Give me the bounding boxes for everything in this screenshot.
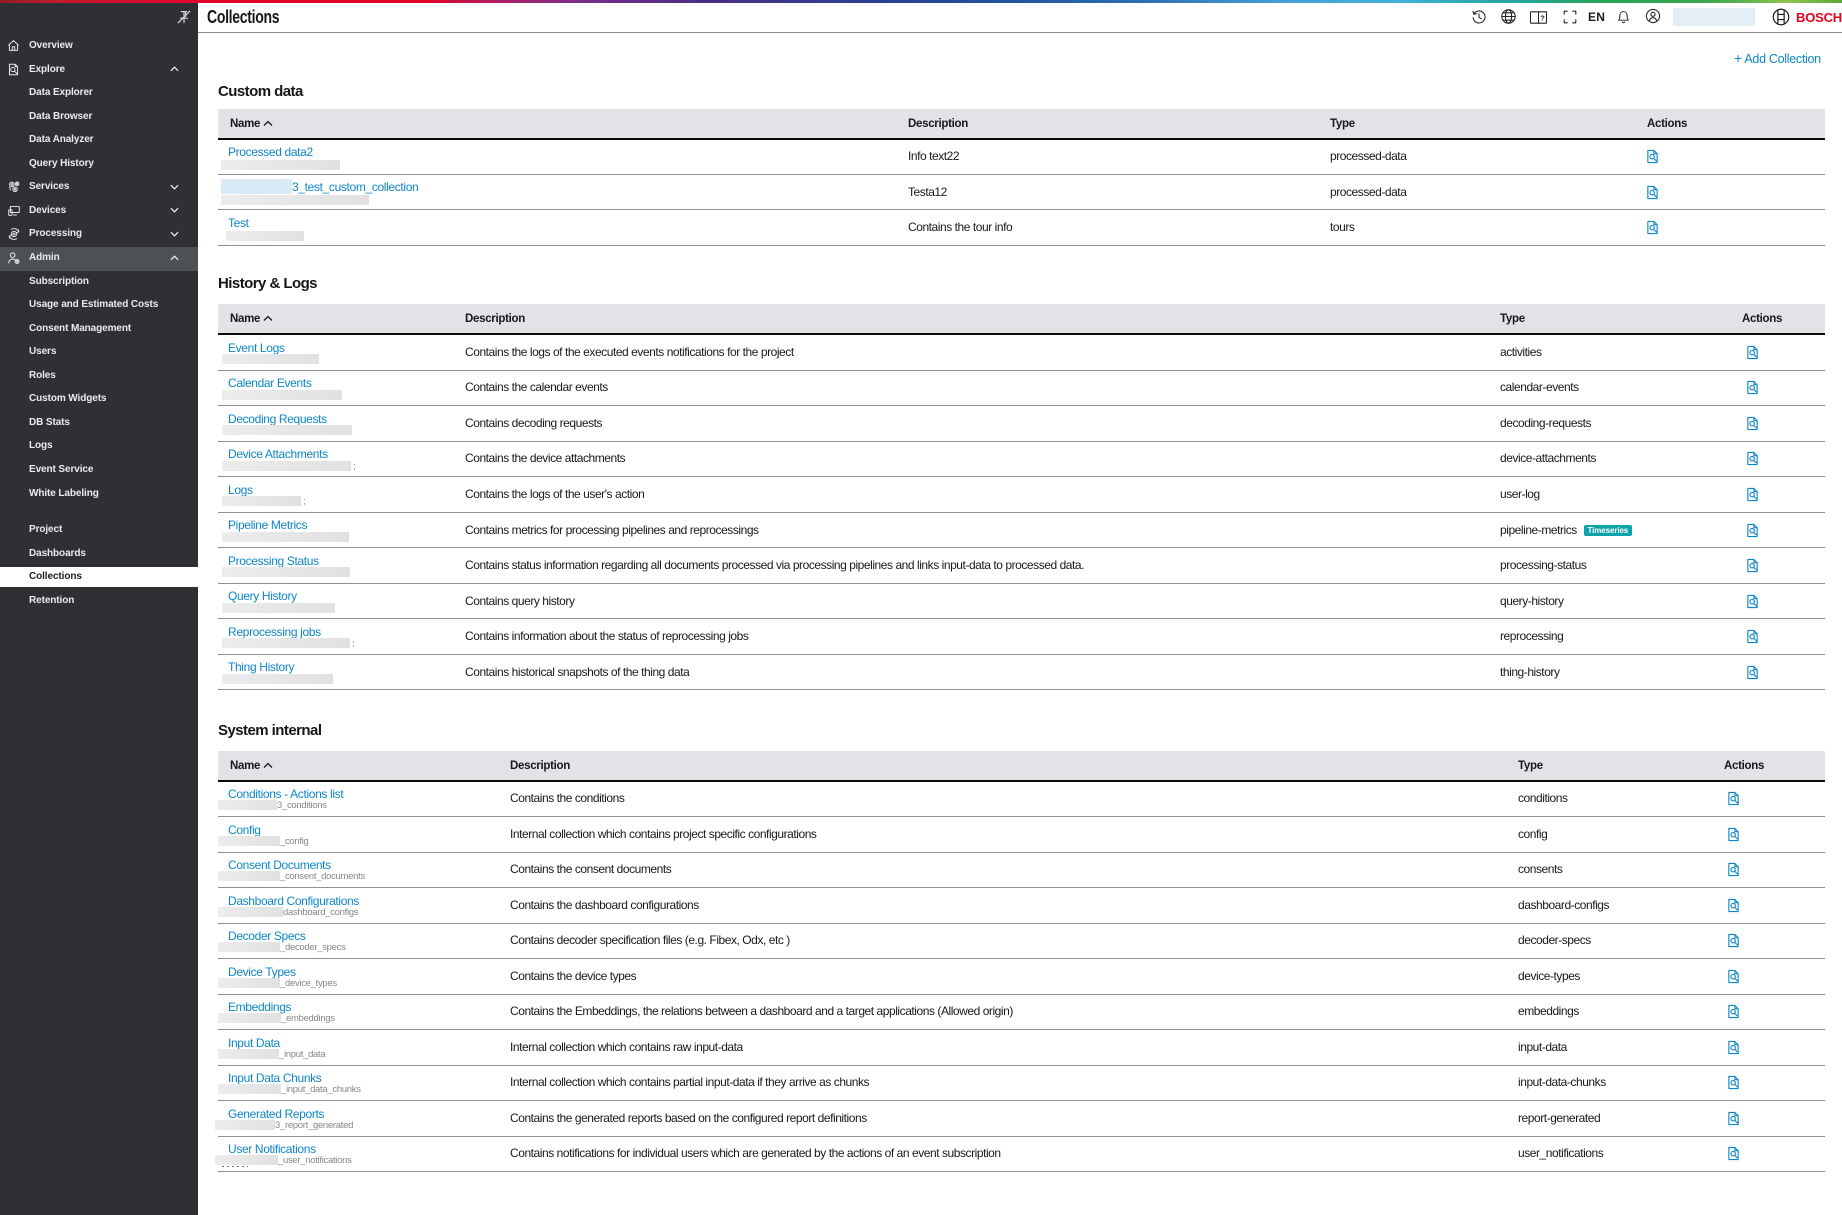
svg-text:?: ? <box>1540 14 1545 23</box>
